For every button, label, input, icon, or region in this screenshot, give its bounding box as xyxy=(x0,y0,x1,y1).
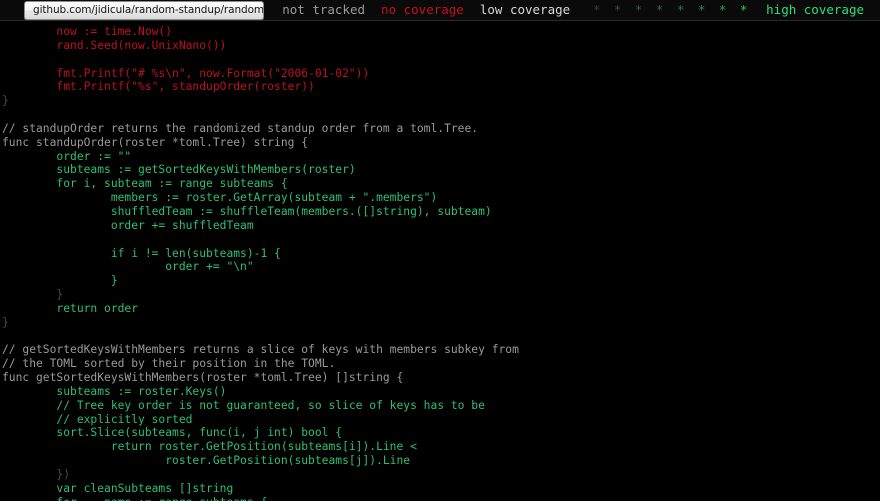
code-line: members := roster.GetArray(subteam + ".m… xyxy=(2,191,438,205)
legend-star-2: * xyxy=(634,1,643,17)
code-line: } xyxy=(2,94,9,108)
code-line: for _, name := range subteams { xyxy=(2,496,267,501)
code-line: order += "\n" xyxy=(2,260,254,274)
code-line: return order xyxy=(2,301,139,315)
source-code-listing: now := time.Now() rand.Seed(now.UnixNano… xyxy=(0,25,880,501)
code-line: return roster.GetPosition(subteams[i]).L… xyxy=(2,440,417,454)
legend-not-tracked: not tracked xyxy=(282,1,366,17)
code-line: } xyxy=(2,274,118,288)
code-line: fmt.Printf("# %s\n", now.Format("2006-01… xyxy=(2,66,370,80)
code-line: fmt.Printf("%s", standupOrder(roster)) xyxy=(2,80,315,94)
code-line: roster.GetPosition(subteams[j]).Line xyxy=(2,454,411,468)
code-line: order += shuffledTeam xyxy=(2,218,254,232)
code-line: } xyxy=(2,288,64,302)
code-line: func getSortedKeysWithMembers(roster *to… xyxy=(2,371,404,385)
code-line: for i, subteam := range subteams { xyxy=(2,177,288,191)
coverage-toolbar: github.com/jidicula/random-standup/rando… xyxy=(0,0,880,21)
legend-star-0: * xyxy=(592,1,601,17)
code-line: if i != len(subteams)-1 { xyxy=(2,246,281,260)
file-select-label: github.com/jidicula/random-standup/rando… xyxy=(33,3,265,16)
legend-high-coverage: high coverage xyxy=(766,1,864,17)
code-line: now := time.Now() xyxy=(2,25,173,38)
code-line: // Tree key order is not guaranteed, so … xyxy=(2,398,485,412)
coverage-legend: not tracked no coverage low coverage * * *… xyxy=(282,1,880,17)
code-line: // getSortedKeysWithMembers returns a sl… xyxy=(2,343,519,357)
code-line: shuffledTeam := shuffleTeam(members.([]s… xyxy=(2,204,492,218)
legend-gradient-stars: * * * * * * * * xyxy=(586,1,754,17)
code-line: // explicitly sorted xyxy=(2,412,193,426)
code-line: sort.Slice(subteams, func(i, j int) bool… xyxy=(2,426,343,440)
legend-star-7: * xyxy=(739,1,748,17)
code-line: var cleanSubteams []string xyxy=(2,481,234,495)
code-line: }) xyxy=(2,468,71,481)
legend-low-coverage: low coverage xyxy=(479,1,571,17)
code-line: subteams := roster.Keys() xyxy=(2,384,227,398)
legend-no-coverage: no coverage xyxy=(381,1,464,17)
file-select[interactable]: github.com/jidicula/random-standup/rando… xyxy=(24,0,265,20)
legend-star-1: * xyxy=(613,1,622,17)
coverage-code-viewport[interactable]: now := time.Now() rand.Seed(now.UnixNano… xyxy=(0,21,880,501)
code-line: } xyxy=(2,315,9,329)
legend-star-5: * xyxy=(697,1,706,17)
code-line: func standupOrder(roster *toml.Tree) str… xyxy=(2,135,309,149)
code-line: order := "" xyxy=(2,149,132,163)
legend-star-3: * xyxy=(655,1,664,17)
code-line: // the TOML sorted by their position in … xyxy=(2,357,336,371)
code-line: subteams := getSortedKeysWithMembers(ros… xyxy=(2,163,356,177)
code-line: rand.Seed(now.UnixNano()) xyxy=(2,38,227,52)
legend-star-6: * xyxy=(718,1,727,17)
legend-star-4: * xyxy=(676,1,685,17)
code-line: // standupOrder returns the randomized s… xyxy=(2,121,479,135)
